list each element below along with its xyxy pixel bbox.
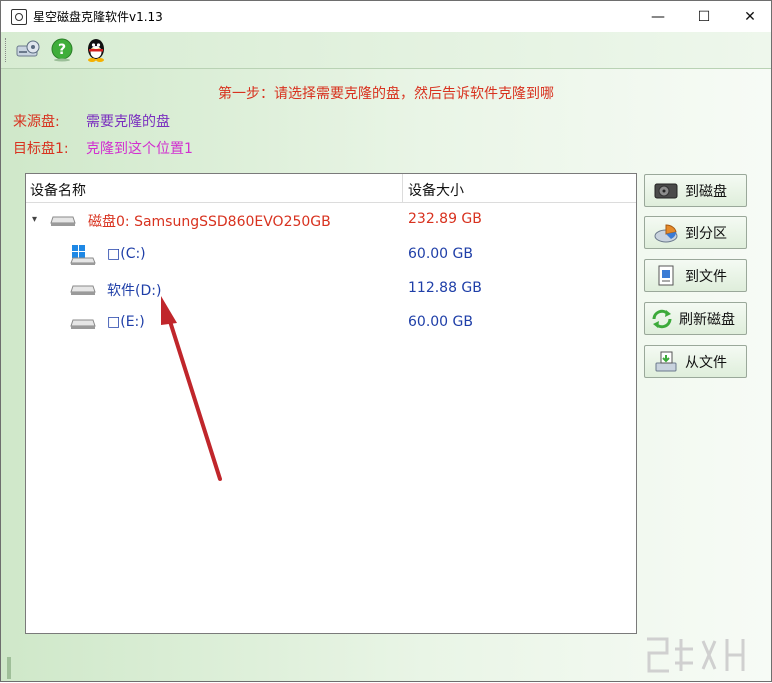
instruction-text: 第一步：请选择需要克隆的盘，然后告诉软件克隆到哪 bbox=[218, 86, 554, 102]
source-value: 需要克隆的盘 bbox=[86, 114, 170, 130]
to-file-label: 到文件 bbox=[685, 268, 727, 285]
column-header-device-size[interactable]: 设备大小 bbox=[408, 180, 464, 200]
close-button[interactable]: ✕ bbox=[727, 1, 772, 32]
qq-penguin-icon[interactable] bbox=[81, 35, 111, 65]
column-separator[interactable] bbox=[402, 174, 403, 202]
column-header-device-name[interactable]: 设备名称 bbox=[30, 180, 86, 200]
svg-text:?: ? bbox=[58, 42, 66, 58]
app-window: 星空磁盘克隆软件v1.13 — ☐ ✕ ? 第一步：请选择需要克隆的盘，然后告诉… bbox=[0, 0, 772, 682]
target-value: 克隆到这个位置1 bbox=[86, 141, 193, 157]
device-list-header: 设备名称 设备大小 bbox=[26, 174, 636, 203]
partition-name: □(E:) bbox=[107, 314, 145, 330]
hard-disk-icon bbox=[653, 180, 679, 202]
toolbar-grip[interactable] bbox=[5, 38, 9, 62]
window-title: 星空磁盘克隆软件v1.13 bbox=[33, 10, 163, 24]
table-row-partition-d[interactable]: 软件(D:) 112.88 GB bbox=[26, 273, 636, 307]
device-size: 232.89 GB bbox=[408, 211, 482, 227]
minimize-button[interactable]: — bbox=[635, 1, 681, 32]
status-bar-grip bbox=[7, 657, 11, 679]
title-bar: 星空磁盘克隆软件v1.13 — ☐ ✕ bbox=[1, 1, 771, 32]
partition-size: 60.00 GB bbox=[408, 246, 473, 262]
target-label: 目标盘1: bbox=[13, 141, 69, 157]
refresh-disk-button[interactable]: 刷新磁盘 bbox=[644, 302, 747, 335]
device-list[interactable]: 设备名称 设备大小 ▾ 磁盘0: SamsungSSD860EVO250GB 2… bbox=[25, 173, 637, 634]
refresh-icon bbox=[649, 308, 675, 330]
maximize-button[interactable]: ☐ bbox=[681, 1, 727, 32]
to-disk-label: 到磁盘 bbox=[685, 183, 727, 200]
from-file-label: 从文件 bbox=[685, 354, 727, 371]
drive-icon bbox=[70, 285, 96, 295]
drive-icon bbox=[70, 319, 96, 329]
refresh-disk-label: 刷新磁盘 bbox=[679, 311, 735, 328]
hard-disk-icon bbox=[50, 216, 76, 226]
collapse-chevron-icon[interactable]: ▾ bbox=[32, 215, 42, 225]
device-name: 磁盘0: SamsungSSD860EVO250GB bbox=[88, 214, 331, 230]
partition-name: □(C:) bbox=[107, 246, 146, 262]
file-document-icon bbox=[653, 265, 679, 287]
windows-drive-icon bbox=[70, 245, 96, 265]
to-disk-button[interactable]: 到磁盘 bbox=[644, 174, 747, 207]
table-row-partition-c[interactable]: □(C:) 60.00 GB bbox=[26, 239, 636, 273]
from-file-button[interactable]: 从文件 bbox=[644, 345, 747, 378]
import-file-icon bbox=[653, 351, 679, 373]
table-row-partition-e[interactable]: □(E:) 60.00 GB bbox=[26, 307, 636, 341]
partition-size: 60.00 GB bbox=[408, 314, 473, 330]
to-partition-button[interactable]: 到分区 bbox=[644, 216, 747, 249]
table-row-disk0[interactable]: ▾ 磁盘0: SamsungSSD860EVO250GB 232.89 GB bbox=[26, 204, 636, 238]
partition-name: 软件(D:) bbox=[107, 283, 162, 299]
to-file-button[interactable]: 到文件 bbox=[644, 259, 747, 292]
source-label: 来源盘: bbox=[13, 114, 60, 130]
app-logo-icon bbox=[11, 9, 27, 25]
partition-size: 112.88 GB bbox=[408, 280, 482, 296]
settings-drive-icon[interactable] bbox=[13, 35, 43, 65]
help-icon[interactable]: ? bbox=[47, 35, 77, 65]
toolbar: ? bbox=[1, 32, 771, 69]
watermark-logo-icon bbox=[647, 637, 745, 673]
to-partition-label: 到分区 bbox=[685, 225, 727, 242]
pie-partition-icon bbox=[653, 222, 679, 244]
